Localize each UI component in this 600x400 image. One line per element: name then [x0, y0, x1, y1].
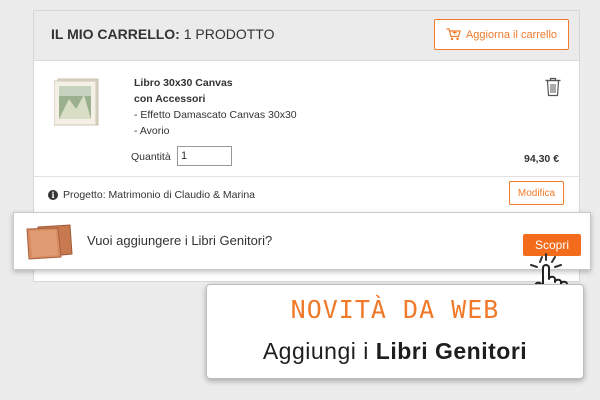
quantity-label: Quantità	[131, 151, 171, 163]
project-row: i Progetto: Matrimonio di Claudio & Mari…	[48, 189, 255, 201]
cart-icon	[446, 28, 461, 41]
product-price: 94,30 €	[524, 153, 560, 165]
parent-books-image	[26, 224, 73, 260]
product-name-line1: Libro 30x30 Canvas	[134, 77, 233, 89]
news-callout: NOVITÀ DA WEB Aggiungi i Libri Genitori	[206, 284, 584, 379]
cart-item-count: 1 PRODOTTO	[179, 26, 275, 42]
product-option: - Avorio	[134, 125, 170, 137]
promo-banner: Vuoi aggiungere i Libri Genitori? Scopri	[13, 212, 591, 270]
callout-headline: NOVITÀ DA WEB	[290, 295, 500, 324]
edit-project-button[interactable]: Modifica	[509, 181, 564, 205]
update-cart-label: Aggiorna il carrello	[465, 28, 558, 41]
divider	[34, 176, 579, 177]
update-cart-button[interactable]: Aggiorna il carrello	[434, 19, 569, 50]
trash-icon[interactable]	[544, 77, 562, 97]
quantity-input[interactable]	[177, 146, 232, 166]
callout-tagline: Aggiungi i Libri Genitori	[207, 338, 583, 365]
product-option: - Effetto Damascato Canvas 30x30	[134, 109, 297, 121]
promo-text: Vuoi aggiungere i Libri Genitori?	[87, 233, 273, 248]
cart-header: IL MIO CARRELLO: 1 PRODOTTO Aggiorna il …	[34, 11, 579, 61]
product-info: Libro 30x30 Canvas con Accessori - Effet…	[134, 75, 297, 139]
info-icon: i	[48, 190, 58, 200]
product-thumbnail[interactable]	[54, 77, 102, 127]
cart-title: IL MIO CARRELLO: 1 PRODOTTO	[51, 26, 275, 42]
callout-tagline-prefix: Aggiungi i	[262, 338, 376, 364]
callout-tagline-product: Libri Genitori	[375, 338, 528, 364]
cart-title-label: IL MIO CARRELLO:	[51, 26, 180, 42]
product-name-line2: con Accessori	[134, 93, 206, 105]
project-label: Progetto: Matrimonio di Claudio & Marina	[63, 189, 256, 201]
